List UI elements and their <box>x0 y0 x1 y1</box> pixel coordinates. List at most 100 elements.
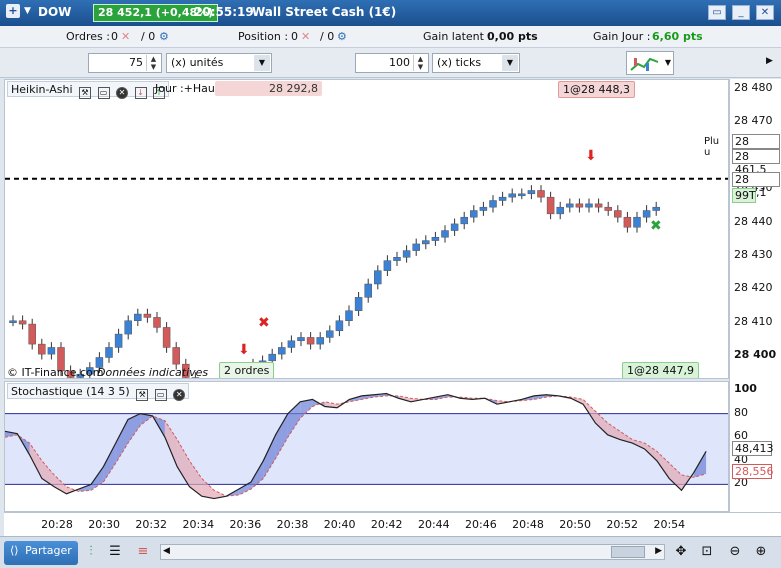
candle <box>460 211 468 230</box>
candle <box>9 315 17 327</box>
candlestick-chart[interactable]: ✖ ✖ ⬇ ⬇ <box>5 80 729 379</box>
stochastic-chart[interactable]: Stochastique (14 3 5) ⚒ ▭ ✕ <box>4 381 729 512</box>
buy-order-tag[interactable]: 1@28 447,9 <box>622 362 699 378</box>
scroll-thumb[interactable] <box>611 546 645 558</box>
chart-type-button[interactable]: ▼ <box>626 51 674 75</box>
entry-marker-icon[interactable]: ✖ <box>650 218 662 234</box>
candle <box>47 342 56 360</box>
crosshair-icon[interactable]: ✥ <box>672 543 690 561</box>
disclaimer-text: Données indicatives <box>97 366 209 379</box>
list-icon[interactable]: ☰ <box>106 543 124 561</box>
chevron-down-icon[interactable]: ▼ <box>24 6 31 16</box>
share-label: Partager <box>25 544 72 557</box>
price-axis-label: 28 470 <box>734 114 773 128</box>
candle <box>114 328 123 353</box>
restore-icon[interactable]: ▭ <box>708 5 726 20</box>
time-axis-label: 20:34 <box>182 518 215 531</box>
last-price-tag: 28 452,1 <box>732 172 780 199</box>
price-axis-label: 28 480 <box>734 81 773 94</box>
ticks-stepper[interactable]: 100 ▲ ▼ <box>355 53 429 73</box>
close-position-icon[interactable]: ✕ <box>301 30 310 43</box>
close-button[interactable]: ✕ <box>756 5 774 20</box>
ticks-unit-select[interactable]: (x) ticks ▼ <box>432 53 520 73</box>
layers-icon[interactable]: ≡ <box>134 543 152 561</box>
ticks-value: 100 <box>389 56 410 69</box>
candle <box>527 185 536 200</box>
time-axis-label: 20:42 <box>370 518 403 531</box>
overlay-price-tag: 28 292,8 <box>215 81 322 96</box>
cancel-orders-icon[interactable]: ✕ <box>121 30 130 43</box>
zoom-out-icon[interactable]: ⊖ <box>726 543 744 561</box>
time-axis-label: 20:40 <box>323 518 356 531</box>
candle <box>374 265 382 290</box>
position-value: 0 <box>291 30 298 43</box>
price-tag-2: 28 461,5 <box>732 149 780 176</box>
candle <box>134 308 142 327</box>
candle <box>306 332 315 350</box>
d-value-tag: 28,556 <box>732 464 774 479</box>
stepper-arrows-icon[interactable]: ▲ ▼ <box>146 55 160 71</box>
stepper-arrows-icon[interactable]: ▲ ▼ <box>413 55 427 71</box>
window-icon[interactable]: ▭ <box>97 87 110 99</box>
candle <box>508 188 516 203</box>
price-axis[interactable]: 28 48028 47028 46028 45028 44028 43028 4… <box>729 79 781 512</box>
scroll-left-icon[interactable]: ◀ <box>163 546 170 556</box>
zoom-fit-icon[interactable]: ⊡ <box>698 543 716 561</box>
zoom-in-icon[interactable]: ⊕ <box>752 543 770 561</box>
candle <box>441 225 449 243</box>
quantity-stepper[interactable]: 75 ▲ ▼ <box>88 53 162 73</box>
exit-marker-icon[interactable]: ✖ <box>258 315 270 331</box>
close-icon[interactable]: ✕ <box>173 389 186 401</box>
quantity-unit-select[interactable]: (x) unités ▼ <box>166 53 272 73</box>
candle <box>575 198 584 213</box>
chevron-right-icon[interactable]: ▶ <box>766 56 773 66</box>
arrow-down-icon[interactable]: ↓ <box>134 87 147 99</box>
indicators-icon[interactable]: ⫶ <box>82 543 100 561</box>
chevron-down-icon[interactable]: ▼ <box>254 55 270 71</box>
time-scrollbar[interactable]: ◀ ▶ <box>160 544 665 560</box>
time-axis-label: 20:46 <box>465 518 497 531</box>
sell-arrow-icon[interactable]: ⬇ <box>585 148 597 164</box>
time-axis[interactable]: 20:28 20:30 20:32 20:34 20:36 20:38 20:40 20:42… <box>4 512 781 536</box>
clock-time: 20:55:19 <box>194 5 254 19</box>
orders-count-tag[interactable]: 2 ordres <box>219 362 275 378</box>
price-chart[interactable]: ✖ ✖ ⬇ ⬇ Heikin-Ashi ⚒ ▭ ✕ ↓ ↑ Jour :+Haut 2… <box>4 79 729 379</box>
candle <box>28 318 36 350</box>
candle <box>287 335 296 353</box>
title-bar: + ▼ DOW 28 452,1 (+0,48%) 20:55:19 Wall … <box>0 0 781 26</box>
time-axis-label: 20:32 <box>135 518 168 531</box>
minimize-button[interactable]: _ <box>732 5 750 20</box>
stochastic-plot[interactable] <box>5 382 729 512</box>
ticks-unit: (x) ticks <box>437 56 482 69</box>
day-gain-label: Gain Jour : <box>593 30 651 43</box>
stoch-axis-label: 80 <box>734 405 748 419</box>
share-button[interactable]: ⟨⟩ Partager <box>4 541 78 565</box>
indicator-label: Stochastique (14 3 5) <box>11 385 130 398</box>
candle <box>489 195 497 213</box>
sell-arrow-icon[interactable]: ⬇ <box>238 342 250 358</box>
wrench-icon[interactable]: ⚒ <box>136 389 149 401</box>
price-axis-label: 28 420 <box>734 281 773 295</box>
symbol-label[interactable]: DOW <box>38 5 71 19</box>
time-axis-label: 20:44 <box>417 518 450 531</box>
close-icon[interactable]: ✕ <box>116 87 129 99</box>
orders-value: 0 <box>111 30 118 43</box>
gear-icon[interactable]: ⚙ <box>337 30 347 43</box>
candle <box>278 342 286 360</box>
plus-icon[interactable]: + <box>6 4 20 18</box>
indicator-label: Heikin-Ashi <box>11 83 73 96</box>
position-total: / 0 <box>320 30 335 43</box>
candle <box>316 332 324 350</box>
candle <box>604 201 612 216</box>
chevron-down-icon[interactable]: ▼ <box>665 58 671 67</box>
window-icon[interactable]: ▭ <box>154 389 167 401</box>
sell-order-tag[interactable]: 1@28 448,3 <box>558 81 635 98</box>
day-gain-value: 6,60 pts <box>652 30 703 43</box>
candle <box>364 278 372 303</box>
time-axis-label: 20:28 <box>41 518 73 531</box>
scroll-right-icon[interactable]: ▶ <box>655 546 662 556</box>
candle <box>162 322 171 353</box>
chevron-down-icon[interactable]: ▼ <box>502 55 518 71</box>
wrench-icon[interactable]: ⚒ <box>79 87 92 99</box>
gear-icon[interactable]: ⚙ <box>159 30 169 43</box>
